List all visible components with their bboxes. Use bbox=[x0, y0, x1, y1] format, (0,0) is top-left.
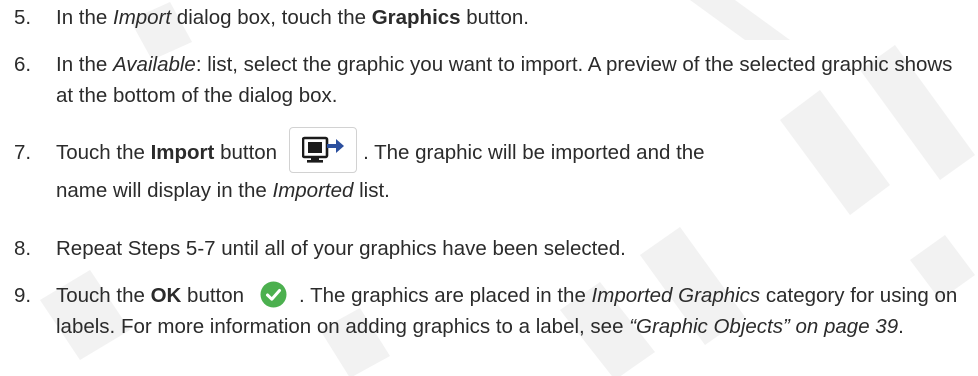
step-number: 5. bbox=[14, 6, 32, 29]
step-text: In the Available: list, select the graph… bbox=[56, 53, 953, 107]
step-text: In the Import dialog box, touch the Grap… bbox=[56, 6, 529, 29]
step-9: 9. Touch the OK button . The graphics ar… bbox=[14, 280, 964, 342]
cross-reference-link[interactable]: “Graphic Objects” on page 39 bbox=[629, 315, 898, 338]
step-5: 5. In the Import dialog box, touch the G… bbox=[14, 2, 964, 33]
step-number: 8. bbox=[14, 237, 32, 260]
step-text: Touch the OK button . The graphics are p… bbox=[56, 280, 964, 342]
step-6: 6. In the Available: list, select the gr… bbox=[14, 49, 964, 111]
import-icon bbox=[302, 136, 345, 163]
step-8: 8. Repeat Steps 5-7 until all of your gr… bbox=[14, 233, 964, 264]
step-text: Repeat Steps 5-7 until all of your graph… bbox=[56, 237, 626, 260]
step-number: 9. bbox=[14, 284, 32, 307]
step-number: 6. bbox=[14, 53, 32, 76]
step-number: 7. bbox=[14, 141, 32, 164]
ok-check-icon[interactable] bbox=[260, 281, 287, 308]
import-button[interactable] bbox=[289, 126, 358, 173]
step-7: 7. Touch the Import button . The graphic… bbox=[14, 126, 964, 210]
step-text: Touch the Import button . The graphic wi… bbox=[56, 126, 964, 210]
